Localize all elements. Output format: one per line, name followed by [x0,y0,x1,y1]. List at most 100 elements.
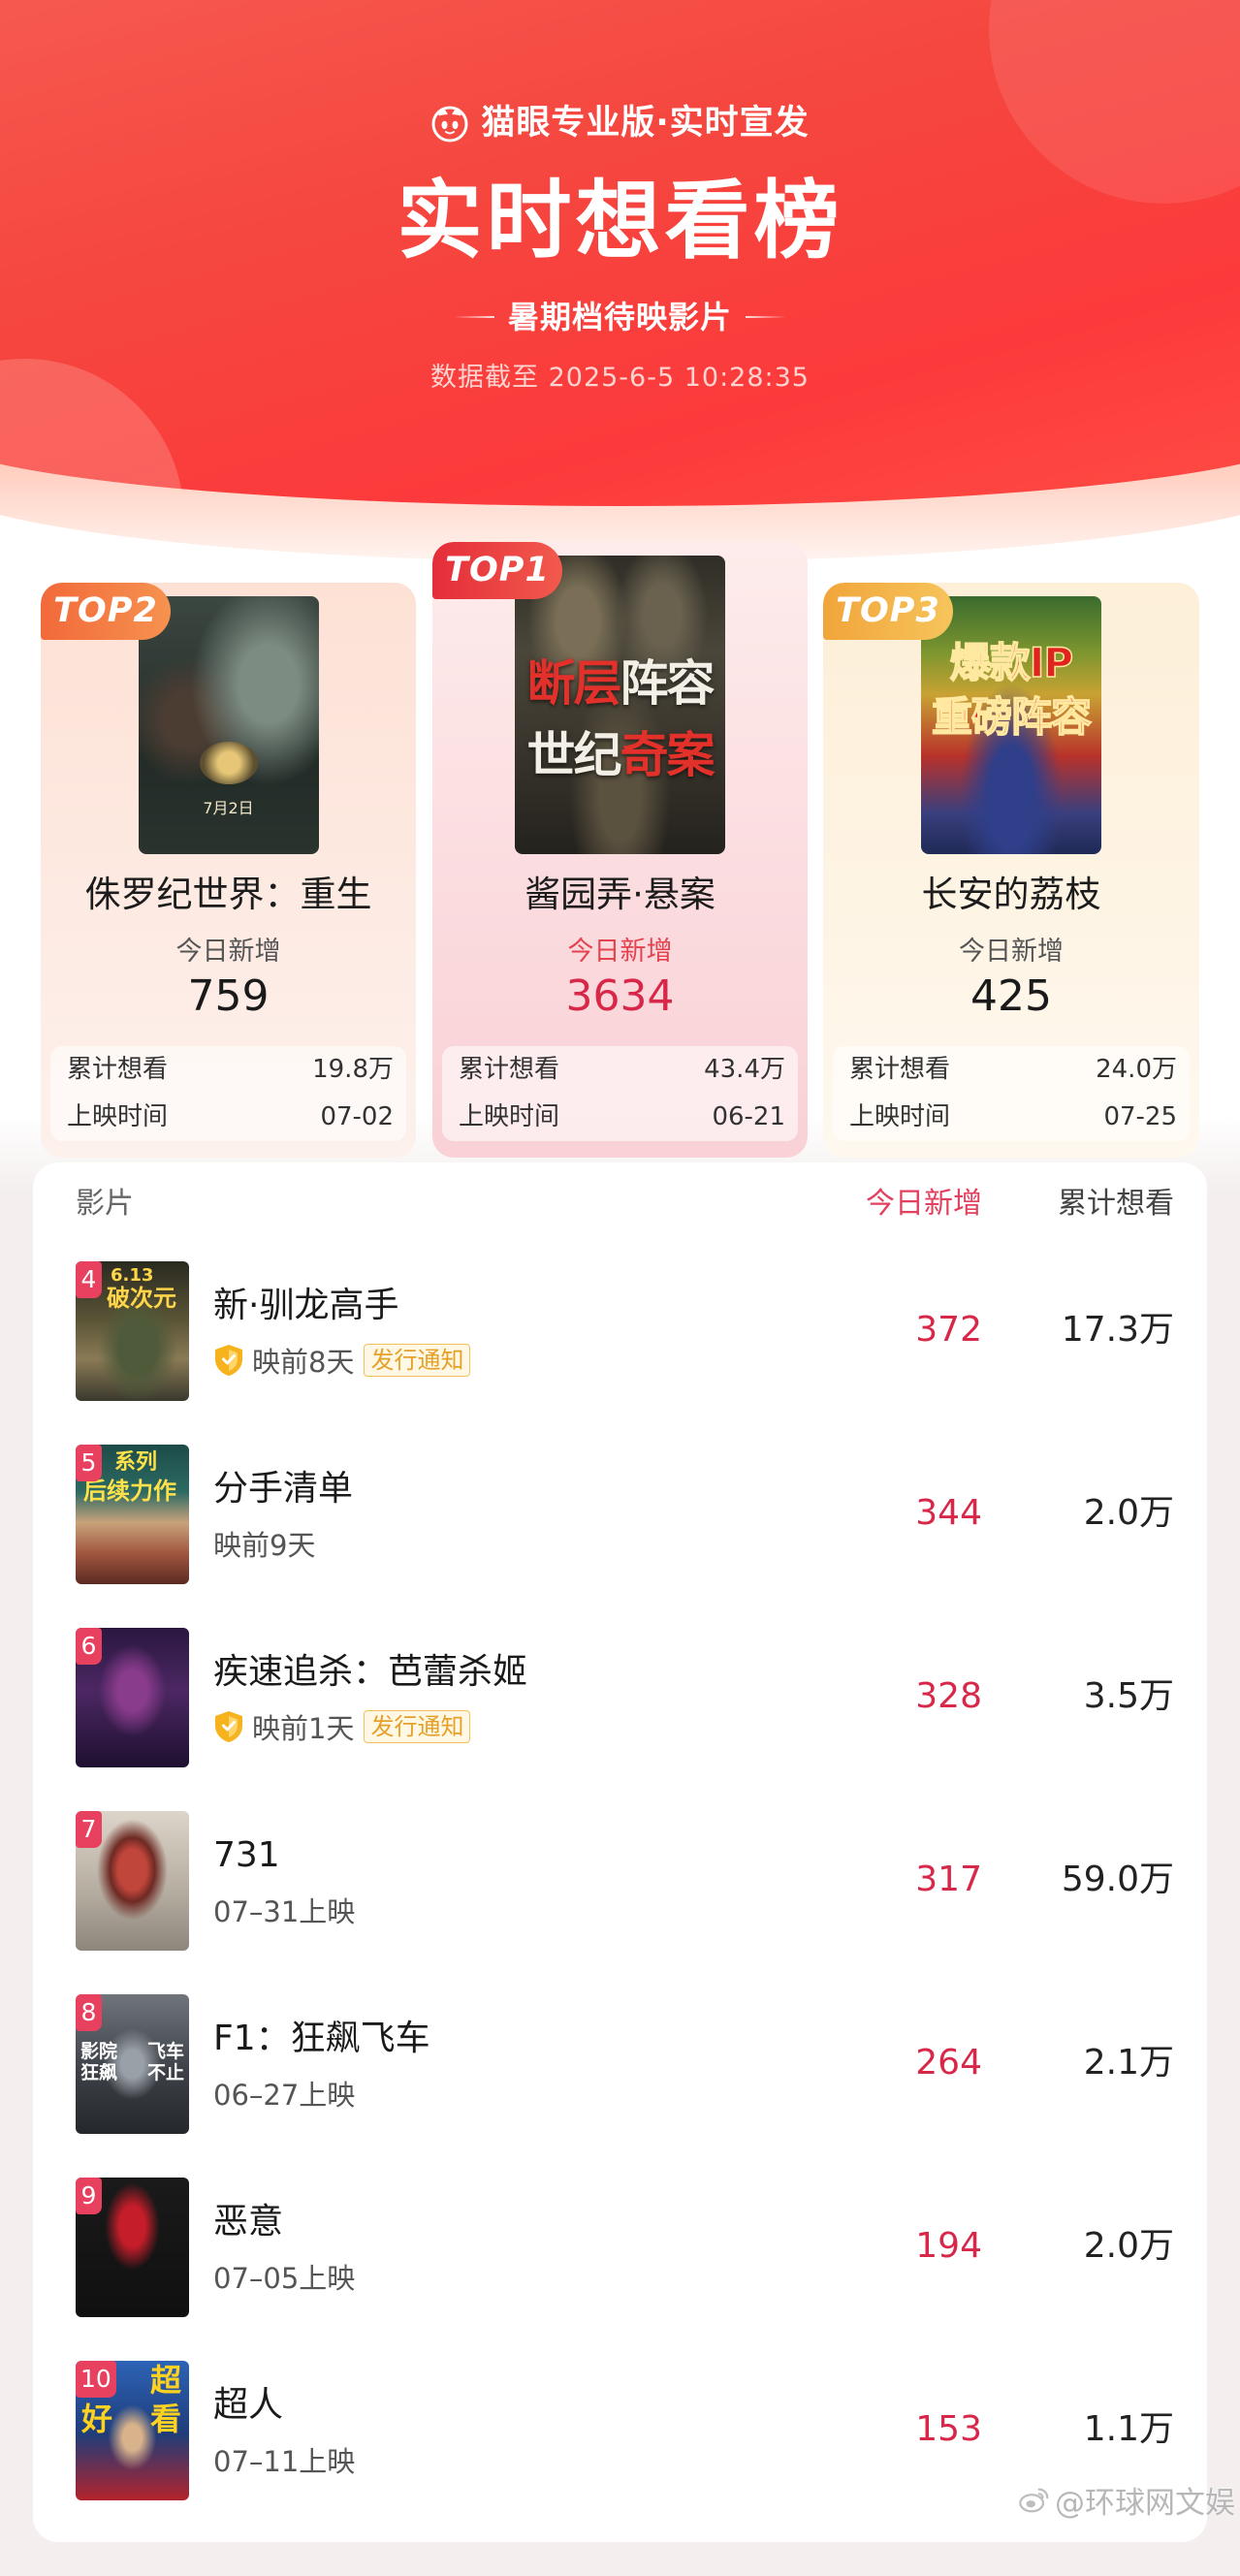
stats-box: 累计想看 19.8万 上映时间 07-02 [50,1046,406,1141]
today-label: 今日新增 [175,937,281,967]
subtitle-row: 暑期档待映影片 [0,296,1240,338]
movie-title[interactable]: 新·驯龙高手 [213,1283,398,1329]
movie-title[interactable]: F1：狂飙飞车 [213,2016,430,2062]
today-count: 328 [915,1676,982,1716]
top-card-rank-3[interactable]: TOP3 爆款IP 重磅阵容 长安的荔枝 今日新增 425 累计想看 24.0万… [823,583,1199,1158]
movie-title[interactable]: 疾速追杀：芭蕾杀姬 [213,1649,527,1696]
poster-text-line: 世纪奇案 [515,728,725,782]
movie-title[interactable]: 酱园弄·悬案 [525,872,715,918]
movie-title[interactable]: 731 [213,1832,280,1879]
stat-row-release: 上映时间 06-21 [459,1094,785,1141]
total-count: 1.1万 [1083,2409,1174,2449]
column-header-today[interactable]: 今日新增 [866,1183,982,1225]
stat-value: 43.4万 [704,1055,785,1084]
brand-name: 猫眼专业版·实时宣发 [481,104,810,143]
status-text: 映前8天 [252,1346,355,1379]
status-text: 07–11上映 [213,2445,356,2478]
poster-text: 断层 [526,655,622,712]
stat-row-release: 上映时间 07-25 [849,1094,1177,1141]
movie-poster[interactable]: 7月2日 [138,596,319,854]
movie-poster[interactable]: 7 [76,1811,189,1951]
today-count: 759 [187,971,270,1021]
rank-badge: 7 [76,1811,102,1848]
stat-label: 累计想看 [67,1055,169,1084]
movie-poster[interactable]: 6 [76,1628,189,1767]
stat-value: 07-02 [320,1102,394,1131]
rank-badge: 8 [76,1994,102,2031]
movie-poster[interactable]: 9 [76,2178,189,2317]
list-item[interactable]: 6 疾速追杀：芭蕾杀姬 映前1天 发行通知 328 3.5万 [33,1628,1207,1811]
stat-row-release: 上映时间 07-02 [67,1094,394,1141]
release-status: 07–05上映 [213,2256,355,2297]
movie-poster[interactable]: 8 影院 狂飙 飞车 不止 [76,1994,189,2134]
release-notice-tag[interactable]: 发行通知 [364,1710,471,1743]
watermark: @环球网文娱 [1018,2481,1235,2521]
status-text: 07–31上映 [213,1895,356,1928]
rank-badge: 5 [76,1445,102,1481]
poster-logo [199,742,258,784]
today-label: 今日新增 [959,937,1064,967]
movie-title[interactable]: 恶意 [213,2199,283,2245]
poster-text: 飞车 [146,2041,184,2062]
poster-text-line: 断层阵容 [515,656,725,711]
data-timestamp: 数据截至 2025-6-5 10:28:35 [430,363,810,393]
page: 猫眼专业版·实时宣发 实时想看榜 暑期档待映影片 数据截至 2025-6-5 1… [0,0,1240,2576]
stats-box: 累计想看 43.4万 上映时间 06-21 [442,1046,798,1141]
movie-poster[interactable]: 4 6.13 破次元 [76,1261,189,1401]
top-card-rank-2[interactable]: TOP2 7月2日 侏罗纪世界：重生 今日新增 759 累计想看 19.8万 上… [41,583,416,1158]
movie-poster[interactable]: 5 系列 后续力作 [76,1445,189,1584]
poster-text: 不止 [146,2062,184,2083]
subtitle-divider [453,316,494,318]
poster-text: 狂飙 [80,2062,118,2083]
rank-badge: 4 [76,1261,102,1298]
today-count: 264 [915,2043,982,2083]
maoyan-cat-icon [431,106,468,143]
poster-text: 影院 [80,2041,118,2062]
stats-box: 累计想看 24.0万 上映时间 07-25 [833,1046,1190,1141]
column-header-total[interactable]: 累计想看 [1058,1183,1174,1225]
shield-icon [215,1345,242,1376]
movie-poster[interactable]: 爆款IP 重磅阵容 [921,596,1101,854]
poster-text: 奇案 [620,727,715,783]
list-item[interactable]: 8 影院 狂飙 飞车 不止 F1：狂飙飞车 06–27上映 264 2.1万 [33,1994,1207,2178]
movie-poster[interactable]: 10 超 好 看 [76,2361,189,2500]
movie-title[interactable]: 分手清单 [213,1466,353,1512]
today-count: 194 [915,2226,982,2266]
poster-text: 超 [149,2362,181,2399]
total-count: 2.0万 [1083,2226,1174,2266]
weibo-icon [1019,2488,1049,2513]
poster-text: 破次元 [107,1285,176,1312]
release-status: 映前1天 发行通知 [213,1706,471,1747]
movie-poster[interactable]: 断层阵容 世纪奇案 [515,556,725,854]
total-count: 2.1万 [1083,2043,1174,2083]
status-text: 06–27上映 [213,2079,356,2112]
list-item[interactable]: 4 6.13 破次元 新·驯龙高手 映前8天 发行通知 372 17.3万 [33,1261,1207,1445]
total-count: 3.5万 [1083,1676,1174,1716]
list-header: 影片 今日新增 累计想看 [33,1183,1207,1225]
list-item[interactable]: 7 731 07–31上映 317 59.0万 [33,1811,1207,1994]
stat-row-total: 累计想看 43.4万 [459,1046,785,1094]
top-card-rank-1[interactable]: TOP1 断层阵容 世纪奇案 酱园弄·悬案 今日新增 3634 累计想看 43.… [432,542,808,1158]
movie-title[interactable]: 侏罗纪世界：重生 [85,872,372,918]
list-item[interactable]: 5 系列 后续力作 分手清单 映前9天 344 2.0万 [33,1445,1207,1628]
release-notice-tag[interactable]: 发行通知 [364,1344,471,1377]
total-count: 17.3万 [1061,1310,1174,1350]
shield-icon [215,1711,242,1742]
poster-text: 7月2日 [203,799,254,817]
subtitle-divider [746,316,786,318]
stat-label: 上映时间 [459,1102,560,1131]
movie-title[interactable]: 超人 [213,2382,283,2429]
list-item[interactable]: 9 恶意 07–05上映 194 2.0万 [33,2178,1207,2361]
stat-row-total: 累计想看 24.0万 [849,1046,1177,1094]
stat-value: 06-21 [712,1102,785,1131]
today-count: 317 [915,1860,982,1899]
poster-text: 后续力作 [83,1478,176,1505]
poster-text: 世纪 [526,727,622,783]
rank-badge: TOP2 [41,583,171,640]
poster-text: 好 [81,2401,113,2437]
ranking-list: 影片 今日新增 累计想看 4 6.13 破次元 新·驯龙高手 映前8天 发行通知 [33,1162,1207,2542]
movie-title[interactable]: 长安的荔枝 [922,872,1101,918]
release-status: 07–31上映 [213,1890,355,1930]
brand-row: 猫眼专业版·实时宣发 [0,102,1240,144]
stat-label: 累计想看 [849,1055,951,1084]
